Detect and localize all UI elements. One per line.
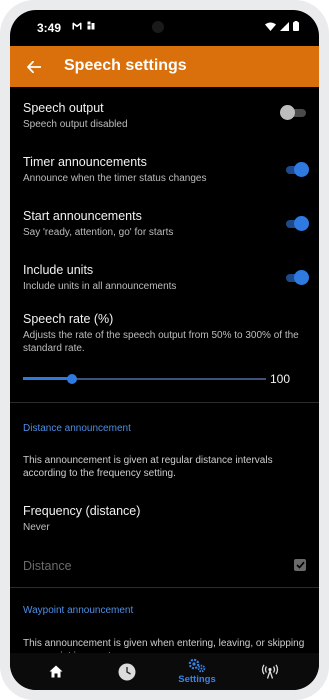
setting-title: Include units	[23, 263, 94, 277]
slider-fill	[23, 377, 72, 380]
setting-speech-output[interactable]: Speech output Speech output disabled	[23, 101, 306, 131]
back-button[interactable]	[22, 55, 46, 79]
speech-rate-value: 100	[270, 372, 291, 386]
status-left-icons	[72, 21, 95, 30]
distance-checkbox	[294, 559, 306, 571]
divider	[10, 402, 319, 403]
setting-speech-rate: Speech rate (%) Adjusts the rate of the …	[23, 312, 306, 355]
setting-title: Timer announcements	[23, 155, 147, 169]
status-time: 3:49	[37, 21, 62, 35]
status-right-icons	[265, 21, 299, 31]
arrow-back-icon	[27, 61, 41, 73]
clock-icon	[118, 663, 136, 680]
setting-subtitle: Speech output disabled	[23, 119, 128, 130]
setting-timer-announcements[interactable]: Timer announcements Announce when the ti…	[23, 155, 309, 185]
setting-frequency-distance[interactable]: Frequency (distance) Never	[23, 504, 306, 534]
signal-icon	[280, 21, 289, 31]
battery-icon	[293, 21, 299, 31]
nav-broadcast[interactable]	[254, 653, 286, 690]
screen: 3:49 Speech settings Speech output Speec…	[10, 10, 319, 690]
start-announcements-toggle[interactable]	[284, 216, 309, 232]
check-icon	[295, 561, 305, 569]
setting-distance: Distance	[23, 559, 306, 573]
status-bar: 3:49	[10, 10, 319, 46]
bottom-navigation: Settings	[10, 653, 319, 690]
camera-cutout	[152, 21, 164, 33]
data-saver-icon	[87, 21, 95, 30]
setting-subtitle: Adjusts the rate of the speech output fr…	[23, 330, 299, 354]
nav-timer[interactable]	[111, 653, 143, 690]
setting-title: Start announcements	[23, 209, 142, 223]
toggle-thumb	[294, 270, 309, 285]
broadcast-icon	[261, 664, 279, 679]
setting-include-units[interactable]: Include units Include units in all annou…	[23, 263, 309, 293]
phone-frame: 3:49 Speech settings Speech output Speec…	[0, 0, 329, 700]
nav-settings-label: Settings	[178, 674, 216, 685]
home-icon	[49, 665, 63, 678]
divider	[10, 587, 319, 588]
setting-subtitle: Say 'ready, attention, go' for starts	[23, 227, 174, 238]
waypoint-description: This announcement is given when entering…	[23, 638, 305, 653]
settings-list[interactable]: Speech output Speech output disabled Tim…	[10, 87, 319, 653]
timer-announcements-toggle[interactable]	[284, 162, 309, 178]
nav-home[interactable]	[40, 653, 72, 690]
speech-output-toggle[interactable]	[280, 105, 306, 121]
setting-title: Speech rate (%)	[23, 312, 114, 326]
include-units-toggle[interactable]	[284, 270, 309, 286]
setting-start-announcements[interactable]: Start announcements Say 'ready, attentio…	[23, 209, 309, 239]
speech-rate-slider[interactable]	[23, 373, 266, 385]
setting-subtitle: Include units in all announcements	[23, 281, 177, 292]
nav-settings[interactable]: Settings	[173, 653, 221, 690]
setting-subtitle: Never	[23, 522, 50, 533]
page-title: Speech settings	[64, 57, 187, 74]
setting-title: Distance	[23, 559, 72, 573]
section-header-distance: Distance announcement	[23, 423, 131, 434]
toggle-thumb	[294, 216, 309, 231]
app-bar: Speech settings	[10, 46, 319, 87]
setting-title: Speech output	[23, 101, 104, 115]
settings-icon	[188, 658, 206, 673]
distance-description: This announcement is given at regular di…	[23, 455, 273, 479]
setting-title: Frequency (distance)	[23, 504, 141, 518]
section-header-waypoint: Waypoint announcement	[23, 605, 134, 616]
toggle-thumb	[280, 105, 295, 120]
toggle-thumb	[294, 162, 309, 177]
slider-thumb[interactable]	[67, 374, 77, 384]
setting-subtitle: Announce when the timer status changes	[23, 173, 207, 184]
gmail-icon	[72, 22, 82, 29]
wifi-icon	[265, 22, 276, 31]
